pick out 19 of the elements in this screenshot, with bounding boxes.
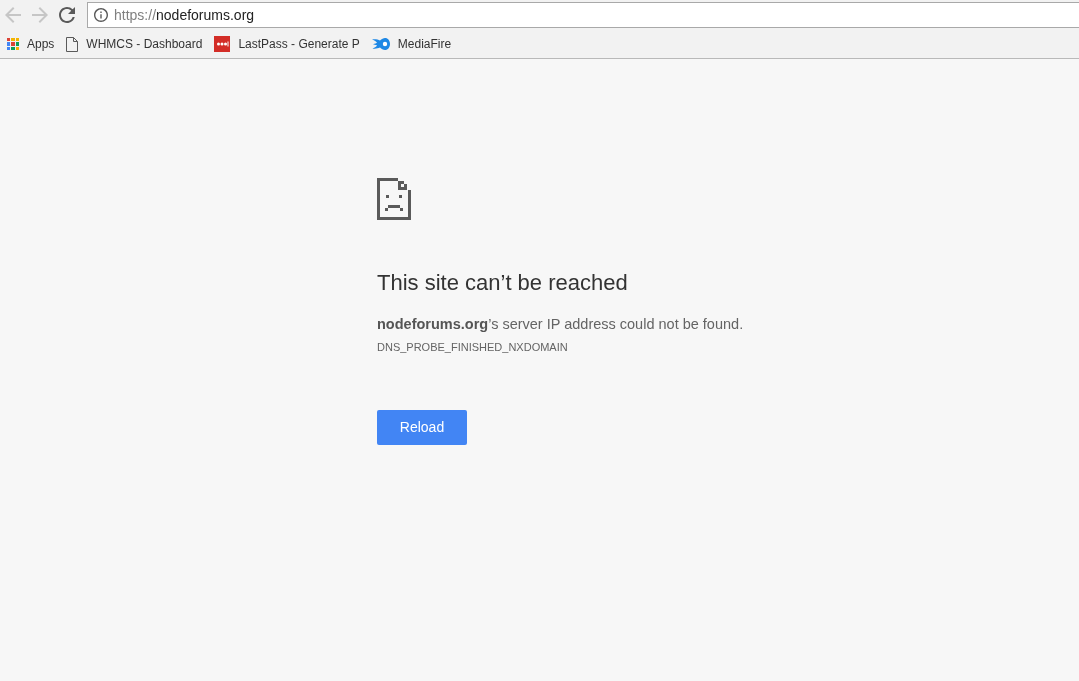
address-bar[interactable]: https://nodeforums.org bbox=[87, 2, 1079, 28]
swoosh-logo-icon bbox=[371, 38, 390, 50]
bookmark-item[interactable]: MediaFire bbox=[367, 32, 456, 56]
forward-arrow-icon bbox=[32, 7, 48, 23]
reload-button[interactable]: Reload bbox=[377, 410, 467, 445]
sad-page-icon bbox=[377, 178, 411, 220]
error-message: nodeforums.org’s server IP address could not be found. bbox=[377, 315, 744, 334]
error-title: This site can’t be reached bbox=[377, 269, 628, 297]
bookmark-item[interactable]: WHMCS - Dashboard bbox=[62, 32, 207, 56]
info-icon bbox=[94, 8, 108, 22]
dots-tile-icon bbox=[214, 36, 231, 52]
error-code: DNS_PROBE_FINISHED_NXDOMAIN bbox=[377, 340, 568, 355]
reload-icon bbox=[59, 7, 75, 23]
url-text: https://nodeforums.org bbox=[114, 5, 255, 25]
back-arrow-icon bbox=[5, 7, 21, 23]
bookmark-item[interactable]: LastPass - Generate P bbox=[210, 32, 364, 56]
document-icon bbox=[66, 36, 79, 52]
bookmark-item[interactable]: Apps bbox=[3, 32, 59, 56]
grid-icon bbox=[7, 38, 19, 50]
